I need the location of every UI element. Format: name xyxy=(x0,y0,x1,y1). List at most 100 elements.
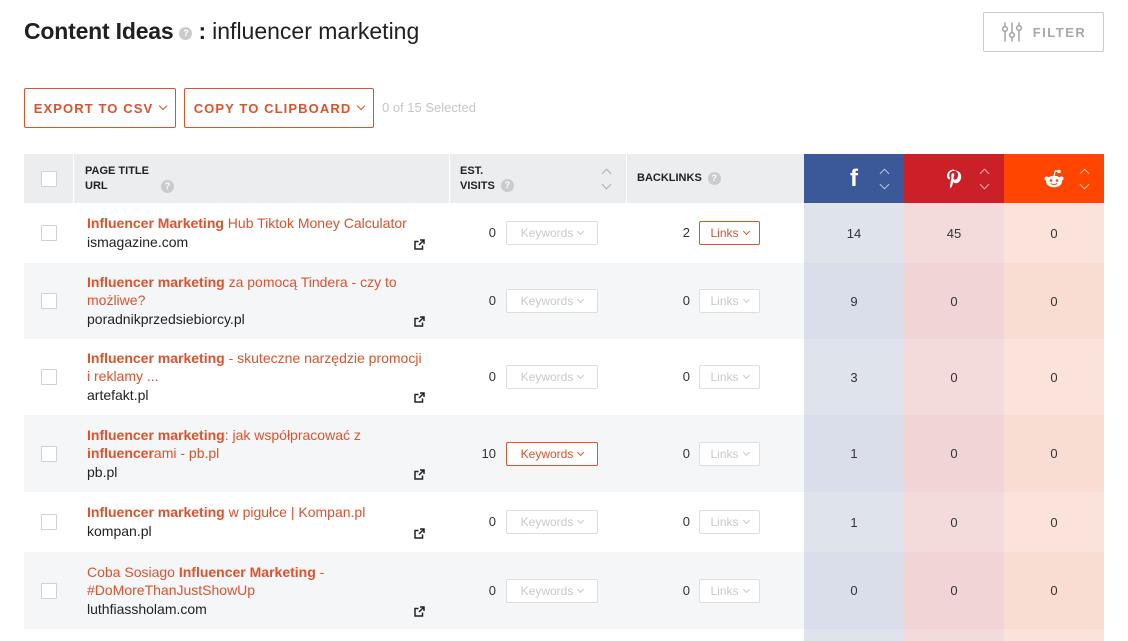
page-title-cell: Influencer marketing: jak współpracować … xyxy=(87,426,427,482)
links-dropdown[interactable]: Links xyxy=(699,221,760,245)
sort-icon[interactable] xyxy=(978,167,990,191)
page-title-link[interactable]: Influencer marketing: jak współpracować … xyxy=(87,426,427,462)
help-icon[interactable]: ? xyxy=(500,179,514,192)
help-icon[interactable]: ? xyxy=(160,180,174,193)
chevron-down-icon xyxy=(742,227,750,236)
help-icon[interactable]: ? xyxy=(179,27,193,40)
page-title-cell: Influencer Marketing Hub Tiktok Money Ca… xyxy=(87,214,427,252)
header-pinterest[interactable] xyxy=(904,154,1004,203)
links-label: Links xyxy=(710,515,739,529)
table-row: Influencer marketing - skuteczne narzędz… xyxy=(24,339,1104,415)
links-dropdown[interactable]: Links xyxy=(699,289,760,313)
reddit-shares: 0 xyxy=(1004,492,1104,552)
row-checkbox[interactable] xyxy=(40,582,57,599)
links-dropdown[interactable]: Links xyxy=(699,442,760,466)
title-keyword-match: Influencer marketing xyxy=(87,504,225,520)
chevron-down-icon xyxy=(159,101,168,111)
page-title-cell: Influencer marketing za pomocą Tindera -… xyxy=(87,273,427,329)
reddit-icon xyxy=(1044,169,1064,187)
keywords-dropdown[interactable]: Keywords xyxy=(506,442,598,466)
facebook-shares: 14 xyxy=(804,203,904,263)
title-separator: : xyxy=(198,18,207,44)
reddit-shares: 0 xyxy=(1004,263,1104,339)
keywords-dropdown[interactable]: Keywords xyxy=(506,289,598,313)
external-link-icon[interactable] xyxy=(414,604,425,617)
page-title: Content Ideas ? : influencer marketing xyxy=(24,18,419,45)
help-icon[interactable]: ? xyxy=(707,172,721,185)
title-keyword-match: Influencer marketing xyxy=(87,427,225,443)
keywords-dropdown[interactable]: Keywords xyxy=(506,579,598,603)
page-title-link[interactable]: Influencer marketing - skuteczne narzędz… xyxy=(87,349,427,385)
pinterest-shares: 0 xyxy=(904,492,1004,552)
page-title-link[interactable]: Coba Sosiago Influencer Marketing - #DoM… xyxy=(87,563,427,599)
table-row xyxy=(24,629,1104,641)
copy-clipboard-button[interactable]: COPY TO CLIPBOARD xyxy=(184,88,374,128)
table-header: PAGE TITLE URL ? EST. VISITS ? BACKLINKS… xyxy=(24,154,1104,203)
external-link-icon[interactable] xyxy=(414,237,425,250)
sort-icon[interactable] xyxy=(600,167,612,191)
chevron-down-icon xyxy=(577,227,585,236)
keywords-dropdown[interactable]: Keywords xyxy=(506,510,598,534)
links-dropdown[interactable]: Links xyxy=(699,510,760,534)
chevron-down-icon xyxy=(577,371,585,380)
row-checkbox[interactable] xyxy=(40,369,57,385)
row-checkbox[interactable] xyxy=(40,514,57,530)
facebook-shares: 3 xyxy=(804,339,904,415)
header-url-label: URL xyxy=(85,179,108,192)
sort-icon[interactable] xyxy=(1078,167,1090,191)
external-link-icon[interactable] xyxy=(414,526,425,539)
export-csv-button[interactable]: EXPORT TO CSV xyxy=(24,88,176,128)
pinterest-shares: 0 xyxy=(904,552,1004,629)
page-url: luthfiassholam.com xyxy=(87,601,207,617)
page-url: poradnikprzedsiebiorcy.pl xyxy=(87,311,245,327)
row-checkbox[interactable] xyxy=(40,293,57,309)
keywords-label: Keywords xyxy=(520,294,574,308)
sort-icon[interactable] xyxy=(878,167,890,191)
chevron-down-icon xyxy=(742,448,750,457)
backlinks-value: 0 xyxy=(682,583,690,598)
header-page-title[interactable]: PAGE TITLE URL ? xyxy=(73,154,449,203)
row-checkbox[interactable] xyxy=(40,225,57,241)
header-backlinks-label: BACKLINKS xyxy=(637,172,702,184)
pinterest-shares: 0 xyxy=(904,415,1004,492)
table-row: Coba Sosiago Influencer Marketing - #DoM… xyxy=(24,552,1104,629)
row-select-cell xyxy=(24,263,73,339)
est-visits-value: 0 xyxy=(488,514,496,529)
chevron-down-icon xyxy=(742,371,750,380)
links-label: Links xyxy=(710,584,739,598)
title-text: w pigułce | Kompan.pl xyxy=(224,504,366,520)
row-checkbox[interactable] xyxy=(40,445,57,462)
est-visits-value: 0 xyxy=(488,583,496,598)
external-link-icon[interactable] xyxy=(414,390,425,403)
chevron-down-icon xyxy=(742,516,750,525)
select-all-checkbox[interactable] xyxy=(40,170,57,187)
page-title-link[interactable]: Influencer Marketing Hub Tiktok Money Ca… xyxy=(87,214,427,232)
backlinks-value: 0 xyxy=(682,369,690,384)
header-facebook[interactable]: f xyxy=(804,154,904,203)
page-title-text: Content Ideas xyxy=(24,18,174,44)
page-url: pb.pl xyxy=(87,464,118,480)
links-label: Links xyxy=(710,294,739,308)
reddit-shares: 0 xyxy=(1004,203,1104,263)
external-link-icon[interactable] xyxy=(414,314,425,327)
header-reddit[interactable] xyxy=(1004,154,1104,203)
copy-clipboard-label: COPY TO CLIPBOARD xyxy=(193,100,352,116)
links-dropdown[interactable]: Links xyxy=(699,579,760,603)
header-est-visits[interactable]: EST. VISITS ? xyxy=(449,154,626,203)
filter-button[interactable]: FILTER xyxy=(983,12,1104,52)
keywords-dropdown[interactable]: Keywords xyxy=(506,365,598,389)
keywords-label: Keywords xyxy=(520,447,574,461)
page-url: ismagazine.com xyxy=(87,234,189,250)
page-title-link[interactable]: Influencer marketing w pigułce | Kompan.… xyxy=(87,503,427,521)
pinterest-shares: 0 xyxy=(904,339,1004,415)
links-label: Links xyxy=(710,447,739,461)
page-title-link[interactable]: Influencer marketing za pomocą Tindera -… xyxy=(87,273,427,309)
header-backlinks[interactable]: BACKLINKS ? xyxy=(626,154,804,203)
keywords-dropdown[interactable]: Keywords xyxy=(506,221,598,245)
links-dropdown[interactable]: Links xyxy=(699,365,760,389)
facebook-icon: f xyxy=(850,164,858,192)
external-link-icon[interactable] xyxy=(414,467,425,480)
reddit-shares: 0 xyxy=(1004,552,1104,629)
facebook-shares: 1 xyxy=(804,492,904,552)
content-ideas-table: PAGE TITLE URL ? EST. VISITS ? BACKLINKS… xyxy=(24,154,1104,641)
